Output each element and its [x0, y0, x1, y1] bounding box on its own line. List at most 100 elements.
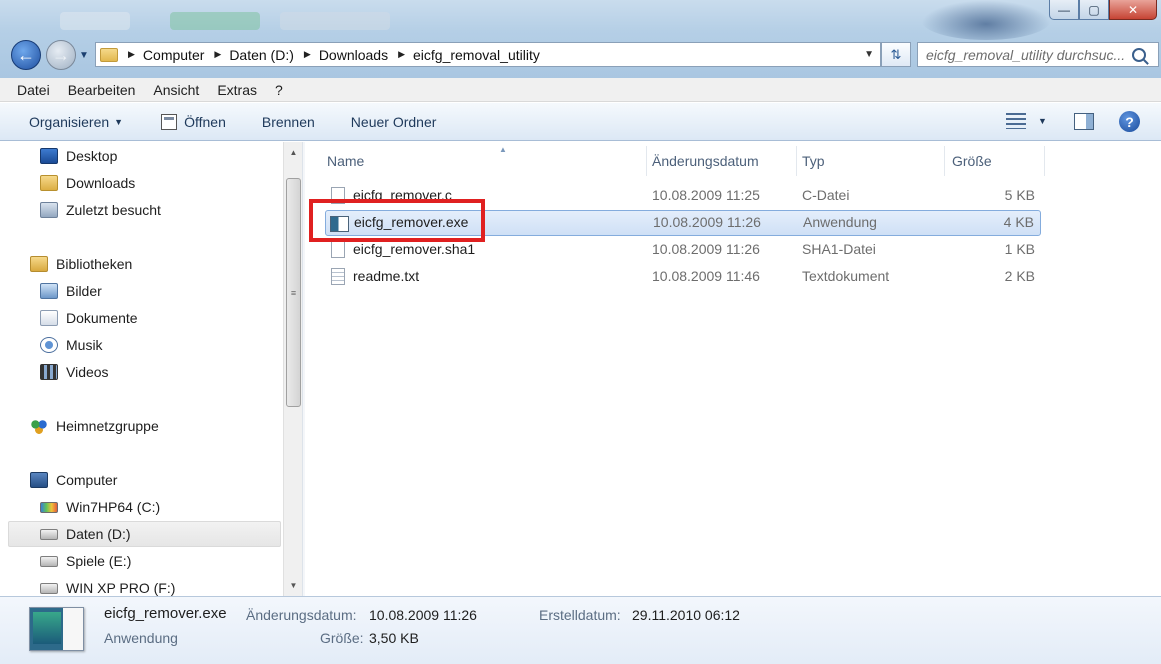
- desktop-icon: [40, 148, 58, 164]
- computer-icon: [30, 472, 48, 488]
- organize-label: Organisieren: [29, 113, 110, 130]
- libraries-icon: [30, 256, 48, 272]
- nav-item-drive-d[interactable]: Daten (D:): [8, 521, 281, 547]
- nav-item-drive-e[interactable]: Spiele (E:): [40, 549, 131, 573]
- nav-item-label: Spiele (E:): [66, 553, 132, 569]
- menu-datei[interactable]: Datei: [0, 82, 56, 98]
- menu-extras[interactable]: Extras: [205, 82, 263, 98]
- chevron-right-icon[interactable]: ▶: [214, 49, 221, 60]
- file-row[interactable]: readme.txt 10.08.2009 11:46 Textdokument…: [325, 264, 1041, 290]
- scroll-down-icon[interactable]: ▼: [284, 577, 303, 594]
- details-created-value: 29.11.2010 06:12: [632, 607, 740, 623]
- chevron-right-icon[interactable]: ▶: [304, 49, 311, 60]
- column-header-label: Änderungsdatum: [652, 153, 759, 169]
- chevron-right-icon[interactable]: ▶: [128, 49, 135, 60]
- column-header-label: Name: [327, 153, 365, 169]
- file-type: Textdokument: [802, 268, 890, 284]
- nav-item-computer[interactable]: Computer: [30, 468, 117, 492]
- details-modified-value: 10.08.2009 11:26: [369, 607, 477, 623]
- refresh-button[interactable]: ⇅: [881, 42, 911, 67]
- column-header-type[interactable]: Typ: [802, 146, 945, 176]
- nav-item-documents[interactable]: Dokumente: [40, 306, 138, 330]
- file-type: SHA1-Datei: [802, 241, 876, 257]
- organize-button[interactable]: Organisieren ▼: [29, 114, 123, 130]
- scroll-thumb[interactable]: ≡: [286, 178, 301, 407]
- file-name: readme.txt: [353, 268, 420, 284]
- breadcrumb-folder[interactable]: eicfg_removal_utility: [413, 47, 540, 63]
- menu-help[interactable]: ?: [263, 82, 289, 98]
- nav-scrollbar[interactable]: ▲ ≡ ▼: [283, 142, 302, 596]
- details-file-name: eicfg_remover.exe: [104, 605, 227, 622]
- file-type: C-Datei: [802, 187, 850, 203]
- folder-icon: [100, 47, 118, 62]
- details-file-kind: Anwendung: [104, 630, 178, 646]
- search-input[interactable]: [918, 46, 1128, 63]
- navigation-pane: Desktop Downloads Zuletzt besucht Biblio…: [0, 142, 302, 596]
- nav-item-downloads[interactable]: Downloads: [40, 171, 135, 195]
- scroll-up-icon[interactable]: ▲: [284, 144, 303, 161]
- downloads-folder-icon: [40, 175, 58, 191]
- windows-drive-icon: [40, 501, 58, 513]
- nav-item-label: Desktop: [66, 148, 118, 164]
- chevron-right-icon[interactable]: ▶: [398, 49, 405, 60]
- application-icon: [161, 113, 178, 130]
- menu-bearbeiten[interactable]: Bearbeiten: [56, 82, 142, 98]
- maximize-button[interactable]: ▢: [1079, 0, 1109, 20]
- menu-ansicht[interactable]: Ansicht: [141, 82, 205, 98]
- nav-item-recent[interactable]: Zuletzt besucht: [40, 198, 161, 222]
- nav-item-homegroup[interactable]: Heimnetzgruppe: [30, 414, 159, 438]
- preview-pane-icon[interactable]: [1074, 113, 1094, 130]
- menu-bar: Datei Bearbeiten Ansicht Extras ?: [0, 78, 1161, 102]
- nav-item-label: Win7HP64 (C:): [66, 499, 161, 515]
- nav-item-label: Videos: [66, 364, 109, 380]
- details-pane: eicfg_remover.exe Anwendung Änderungsdat…: [0, 596, 1161, 664]
- open-label: Öffnen: [184, 113, 226, 130]
- address-bar[interactable]: ▶ Computer ▶ Daten (D:) ▶ Downloads ▶ eicfg_…: [95, 42, 881, 67]
- sha1-file-icon: [331, 241, 345, 258]
- view-dropdown-icon[interactable]: ▼: [1038, 116, 1047, 126]
- text-file-icon: [331, 268, 345, 285]
- drive-icon: [40, 555, 58, 567]
- music-icon: [40, 337, 58, 353]
- nav-item-libraries[interactable]: Bibliotheken: [30, 252, 132, 276]
- nav-item-pictures[interactable]: Bilder: [40, 279, 102, 303]
- nav-item-videos[interactable]: Videos: [40, 360, 109, 384]
- file-size: 4 KB: [1003, 214, 1034, 230]
- details-size-label: Größe:: [320, 630, 364, 646]
- search-icon[interactable]: [1132, 47, 1146, 62]
- minimize-button[interactable]: —: [1049, 0, 1079, 20]
- back-button[interactable]: ←: [11, 40, 41, 70]
- file-thumbnail: [29, 607, 84, 651]
- nav-item-drive-f[interactable]: WIN XP PRO (F:): [40, 576, 175, 596]
- documents-icon: [40, 310, 58, 326]
- nav-item-desktop[interactable]: Desktop: [40, 144, 117, 168]
- recent-pages-dropdown[interactable]: ▼: [79, 50, 89, 61]
- details-created-label: Erstelldatum:: [539, 607, 621, 623]
- blurred-tab: [280, 12, 390, 30]
- sort-ascending-icon: ▲: [499, 145, 507, 154]
- videos-icon: [40, 364, 58, 380]
- open-button[interactable]: Öffnen: [161, 113, 226, 130]
- nav-item-music[interactable]: Musik: [40, 333, 103, 357]
- column-header-date[interactable]: Änderungsdatum: [652, 146, 797, 176]
- column-header-label: Typ: [802, 153, 825, 169]
- close-button[interactable]: ✕: [1109, 0, 1157, 20]
- nav-item-drive-c[interactable]: Win7HP64 (C:): [40, 495, 160, 519]
- nav-item-label: Heimnetzgruppe: [56, 418, 159, 434]
- search-box[interactable]: [917, 42, 1159, 67]
- column-header-size[interactable]: Größe: [952, 146, 1045, 176]
- new-folder-button[interactable]: Neuer Ordner: [351, 114, 437, 130]
- breadcrumb-downloads[interactable]: Downloads: [319, 47, 388, 63]
- burn-button[interactable]: Brennen: [262, 114, 315, 130]
- details-modified-label: Änderungsdatum:: [246, 607, 357, 623]
- arrow-left-icon: ←: [17, 44, 35, 65]
- breadcrumb-drive[interactable]: Daten (D:): [229, 47, 294, 63]
- breadcrumb-computer[interactable]: Computer: [143, 47, 204, 63]
- column-header-name[interactable]: ▲ Name: [327, 145, 647, 176]
- highlight-annotation-box: [309, 199, 485, 242]
- nav-item-label: Computer: [56, 472, 118, 488]
- forward-button[interactable]: →: [46, 40, 76, 70]
- chevron-down-icon[interactable]: ▼: [864, 49, 874, 60]
- view-options-icon[interactable]: [1006, 113, 1026, 129]
- help-icon[interactable]: ?: [1119, 111, 1140, 132]
